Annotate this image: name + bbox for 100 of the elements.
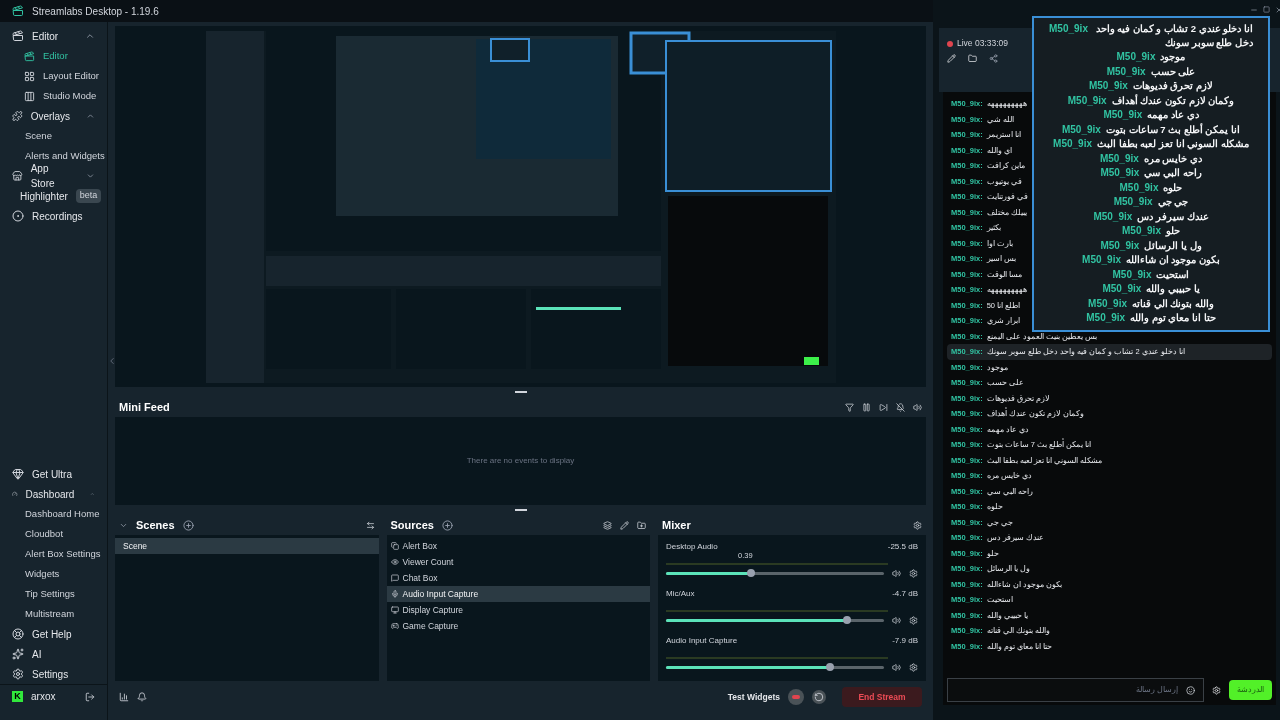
sidebar-section[interactable]: Get Help <box>32 626 72 642</box>
end-stream-button[interactable]: End Stream <box>842 687 922 707</box>
volume-icon[interactable] <box>892 663 901 672</box>
overlay-username: M50_9ix <box>1112 267 1152 281</box>
sidebar-item[interactable]: Cloudbot <box>25 526 64 542</box>
item-icon <box>24 50 35 62</box>
volume-icon[interactable] <box>892 616 901 625</box>
collapse-icon[interactable] <box>107 356 117 366</box>
settings-icon[interactable] <box>909 663 918 672</box>
chevron-down-icon[interactable] <box>86 171 95 181</box>
volume-slider[interactable] <box>666 666 884 669</box>
sidebar-section[interactable]: AI <box>32 646 42 662</box>
volume-icon[interactable] <box>892 569 901 578</box>
source-label: Alert Box <box>402 539 437 553</box>
chevron-up-icon[interactable] <box>86 111 95 121</box>
source-item[interactable]: Viewer Count <box>386 554 650 570</box>
overlay-username: M50_9ix <box>1106 64 1146 78</box>
transition-icon[interactable] <box>365 520 375 530</box>
scene-item[interactable]: Scene <box>115 538 379 554</box>
volume-slider[interactable] <box>666 572 884 575</box>
settings-icon[interactable] <box>909 569 918 578</box>
resize-handle[interactable] <box>514 391 527 393</box>
overlay-username: M50_9ix <box>1061 122 1101 136</box>
sidebar-item[interactable]: Scene <box>25 128 52 144</box>
pause-icon[interactable] <box>862 402 871 412</box>
stats-icon[interactable] <box>119 692 129 702</box>
emoji-icon[interactable] <box>1186 685 1195 695</box>
overlay-message: دي عاد مهمه <box>1147 108 1199 122</box>
source-item[interactable]: Chat Box <box>386 570 650 586</box>
overlay-username: M50_9ix <box>1119 180 1159 194</box>
sidebar-item[interactable]: Multistream <box>25 606 75 622</box>
source-type-icon <box>390 622 399 630</box>
layers-icon[interactable] <box>603 520 612 530</box>
sidebar-section[interactable]: Editor <box>32 28 59 44</box>
sidebar-section[interactable]: Get Ultra <box>32 466 72 482</box>
panel-title: Mixer <box>662 517 691 533</box>
maximize-icon[interactable] <box>1263 6 1270 13</box>
skip-icon[interactable] <box>879 402 888 412</box>
source-item[interactable]: Game Capture <box>386 618 650 634</box>
slider-thumb[interactable] <box>747 569 755 577</box>
sidebar-item[interactable]: Editor <box>43 48 68 64</box>
channel-reading: -25.5 dB <box>887 541 918 553</box>
filter-icon[interactable] <box>845 402 854 412</box>
share-icon[interactable] <box>989 53 998 63</box>
source-type-icon <box>390 558 399 566</box>
source-label: Chat Box <box>402 571 438 585</box>
mute-alerts-icon[interactable] <box>896 402 905 412</box>
sidebar-section[interactable]: App Store <box>30 161 71 191</box>
sidebar-section[interactable]: Settings <box>32 666 69 682</box>
replay-icon[interactable] <box>812 690 826 704</box>
panel-title: Mini Feed <box>119 399 170 415</box>
add-icon[interactable] <box>441 519 453 531</box>
overlay-username: M50_9ix <box>1122 224 1161 238</box>
edit-icon[interactable] <box>620 520 629 530</box>
overlay-username: M50_9ix <box>1086 311 1126 325</box>
overlay-message: ول يا الرسائل <box>1144 238 1202 252</box>
settings-icon[interactable] <box>913 520 922 530</box>
edit-icon[interactable] <box>947 53 956 63</box>
chat-send-button[interactable]: الدردشة <box>1229 680 1272 700</box>
volume-icon[interactable] <box>913 402 922 412</box>
record-button[interactable] <box>788 689 804 705</box>
sidebar-item[interactable]: Layout Editor <box>43 68 99 84</box>
channel-name: Desktop Audio <box>666 541 718 553</box>
add-folder-icon[interactable] <box>637 520 646 530</box>
sidebar-section[interactable]: Recordings <box>32 208 83 224</box>
slider-thumb[interactable] <box>842 616 851 624</box>
sidebar-item[interactable]: Dashboard Home <box>25 506 100 522</box>
chevron-up-icon[interactable] <box>85 31 95 41</box>
folder-icon[interactable] <box>968 53 977 63</box>
bell-icon[interactable] <box>137 692 147 702</box>
overlay-username: M50_9ix <box>1102 282 1142 296</box>
resize-handle[interactable] <box>514 509 527 511</box>
test-widgets-link[interactable]: Test Widgets <box>727 690 780 704</box>
overlay-username: M50_9ix <box>1100 166 1140 180</box>
sidebar-section[interactable]: Dashboard <box>25 486 75 502</box>
window-title: Streamlabs Desktop - 1.19.6 <box>32 4 159 19</box>
slider-thumb[interactable] <box>825 663 834 671</box>
volume-slider[interactable] <box>666 619 884 622</box>
source-item[interactable]: Alert Box <box>386 538 650 554</box>
sidebar-item[interactable]: Widgets <box>25 566 60 582</box>
overlay-username: M50_9ix <box>1113 195 1153 209</box>
chat-input[interactable]: إرسال رسالة <box>947 678 1204 702</box>
sidebar-item[interactable]: Alerts and Widgets <box>25 148 105 164</box>
source-item[interactable]: Audio Input Capture <box>386 586 650 602</box>
section-icon <box>12 30 24 42</box>
source-type-icon <box>390 574 399 582</box>
settings-icon[interactable] <box>1212 685 1221 695</box>
sidebar-section[interactable]: Overlays <box>30 108 71 124</box>
sidebar-item[interactable]: Alert Box Settings <box>25 546 101 562</box>
settings-icon[interactable] <box>909 616 918 625</box>
sidebar-item[interactable]: Tip Settings <box>25 586 75 602</box>
sidebar-section[interactable]: Highlighter <box>20 188 68 204</box>
item-icon <box>24 70 35 82</box>
user-avatar[interactable]: K <box>12 691 23 702</box>
add-icon[interactable] <box>182 519 194 531</box>
logout-icon[interactable] <box>85 691 95 702</box>
overlay-message: حلوه <box>1163 180 1183 194</box>
sidebar-item[interactable]: Studio Mode <box>43 88 97 104</box>
source-item[interactable]: Display Capture <box>386 602 650 618</box>
beta-tag: beta <box>75 189 102 203</box>
